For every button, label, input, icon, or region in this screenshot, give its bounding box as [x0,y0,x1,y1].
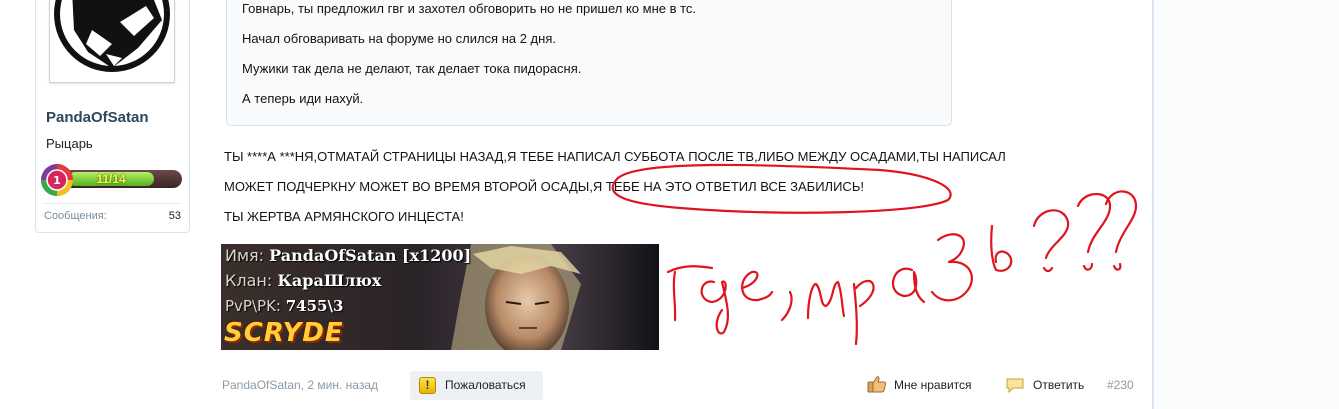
messages-count: 53 [168,210,181,222]
post-author-time[interactable]: PandaOfSatan, 2 мин. назад [222,378,378,392]
thumbs-up-icon[interactable] [867,375,887,393]
report-button[interactable]: ! Пожаловаться [410,371,543,400]
signature-pvp-row: PvP\PK: 7455\3 [225,297,343,315]
reply-button[interactable]: Ответить [1033,378,1084,392]
rank-badge-icon: 1 [41,164,73,196]
quote-line: Говнарь, ты предложил гвг и захотел обго… [242,1,697,16]
report-label: Пожаловаться [445,378,526,392]
user-title: Рыцарь [46,136,93,151]
signature-clan-value: КараШлюх [277,271,382,290]
signature-pvp-label: PvP\PK: [225,297,281,315]
quote-line: А теперь иди нахуй. [242,91,364,106]
quote-line: Начал обговаривать на форуме но слился н… [242,31,556,46]
signature-name-label: Имя: [225,246,265,265]
right-gutter [1154,0,1339,409]
signature-pvp-value: 7455\3 [285,297,344,315]
content-border [1152,0,1154,409]
reply-icon[interactable] [1005,377,1025,393]
avatar[interactable] [49,0,175,83]
post-number[interactable]: #230 [1107,378,1134,392]
post-text-line: ТЫ ****А ***НЯ,ОТМАТАЙ СТРАНИЦЫ НАЗАД,Я … [224,149,1006,164]
quote-line: Мужики так дела не делают, так делает то… [242,61,582,76]
like-button[interactable]: Мне нравится [894,378,972,392]
rank-progress-text: 11/14 [96,172,126,186]
warning-icon: ! [419,377,436,394]
signature-banner: Имя: PandaOfSatan [x1200] Клан: КараШлюх… [221,244,659,350]
rank-level: 1 [53,174,61,187]
signature-logo: SCRYDE [224,318,344,348]
panda-avatar-image [50,0,174,82]
rank-progress: 11/14 1 [40,163,184,196]
username[interactable]: PandaOfSatan [46,109,149,126]
card-divider [44,203,181,204]
signature-clan-row: Клан: КараШлюх [225,271,381,290]
post-text-line: МОЖЕТ ПОДЧЕРКНУ МОЖЕТ ВО ВРЕМЯ ВТОРОЙ ОС… [224,179,864,194]
user-info-card: PandaOfSatan Рыцарь 11/14 1 Сообщения: 5… [35,0,190,233]
signature-name-row: Имя: PandaOfSatan [x1200] [225,246,471,265]
post-text-line: ТЫ ЖЕРТВА АРМЯНСКОГО ИНЦЕСТА! [224,209,464,224]
signature-name-value: PandaOfSatan [x1200] [269,246,472,265]
signature-clan-label: Клан: [225,271,273,290]
messages-label: Сообщения: [44,210,107,222]
